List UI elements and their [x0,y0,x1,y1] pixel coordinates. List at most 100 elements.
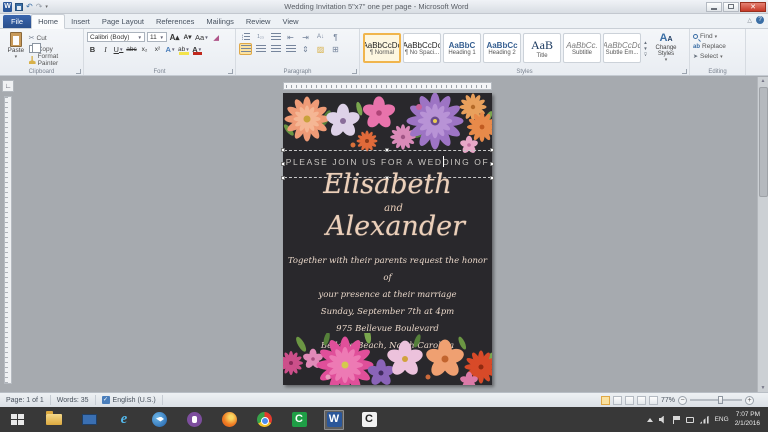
tray-expand-icon[interactable] [647,418,653,422]
vertical-ruler[interactable] [4,96,12,384]
zoom-out-button[interactable]: − [678,396,687,405]
tab-view[interactable]: View [276,15,304,28]
multilevel-list-button[interactable] [269,31,282,43]
font-family-select[interactable]: Calibri (Body) ▼ [87,32,145,42]
undo-icon[interactable]: ↶ [26,3,33,11]
style-heading2[interactable]: AaBbCc Heading 2 [483,33,521,63]
grow-font-button[interactable]: A▴ [169,32,180,43]
style-no-spacing[interactable]: AaBbCcDc ¶ No Spaci... [403,33,441,63]
taskbar-firefox[interactable] [219,410,239,430]
style-subtitle[interactable]: AaBbCc. Subtitle [563,33,601,63]
page-count[interactable]: Page: 1 of 1 [0,395,51,405]
action-center-flag-icon[interactable] [673,416,680,424]
taskbar-internet-explorer[interactable]: e [114,410,134,430]
select-button[interactable]: ➤ Select ▾ [693,52,742,61]
styles-scroll-up-icon[interactable]: ▲ [641,40,650,45]
subscript-button[interactable]: x₂ [139,44,150,55]
format-painter-button[interactable]: Format Painter [29,55,80,65]
bold-button[interactable]: B [87,44,98,55]
font-dialog-launcher-icon[interactable] [228,69,233,74]
clipboard-dialog-launcher-icon[interactable] [76,69,81,74]
taskbar-desktop[interactable] [79,410,99,430]
selection-handle[interactable] [385,148,389,152]
style-heading1[interactable]: AaBbC Heading 1 [443,33,481,63]
save-icon[interactable] [15,3,23,11]
horizontal-ruler[interactable] [283,82,492,90]
power-icon[interactable] [686,417,694,423]
style-normal[interactable]: AaBbCcDc ¶ Normal [363,33,401,63]
tab-references[interactable]: References [150,15,200,28]
bride-name[interactable]: Elisabeth [283,169,492,200]
word-app-icon[interactable]: W [3,2,12,12]
style-title[interactable]: AaB Title [523,33,561,63]
restore-button[interactable] [723,2,739,12]
minimize-button[interactable] [706,2,722,12]
start-button[interactable] [0,407,34,432]
close-button[interactable]: ✕ [740,2,766,12]
sort-button[interactable]: A↓ [314,31,327,43]
scroll-down-icon[interactable]: ▼ [758,384,768,392]
show-paragraph-marks-button[interactable]: ¶ [329,31,342,43]
italic-button[interactable]: I [100,44,111,55]
highlight-color-button[interactable]: ab▼ [178,44,190,55]
text-effects-button[interactable]: A▼ [165,44,176,55]
web-layout-view-button[interactable] [625,396,634,405]
align-center-button[interactable] [254,43,267,55]
tab-mailings[interactable]: Mailings [200,15,240,28]
tab-home[interactable]: Home [31,14,65,29]
scrollbar-thumb[interactable] [759,87,768,197]
strikethrough-button[interactable]: abc [126,44,137,55]
find-button[interactable]: Find ▾ [693,32,742,41]
tab-file[interactable]: File [3,15,31,28]
tab-stop-selector[interactable]: ∟ [2,80,14,92]
borders-button[interactable]: ⊞ [329,43,342,55]
align-right-button[interactable] [269,43,282,55]
styles-gallery-expand-icon[interactable]: ⊽ [641,52,650,58]
line-spacing-button[interactable]: ⇕ [299,43,312,55]
numbering-button[interactable]: 1₂₃ [254,31,267,43]
vertical-scrollbar[interactable]: ▲ ▼ [757,77,768,392]
network-signal-icon[interactable] [700,416,709,424]
zoom-slider[interactable] [690,399,742,401]
increase-indent-button[interactable]: ⇥ [299,31,312,43]
bullets-button[interactable]: ⁝ [239,31,252,43]
taskbar-file-explorer[interactable] [44,410,64,430]
zoom-level[interactable]: 77% [661,397,675,404]
redo-icon[interactable]: ↷ [36,3,43,11]
decrease-indent-button[interactable]: ⇤ [284,31,297,43]
scroll-up-icon[interactable]: ▲ [758,77,768,85]
font-size-select[interactable]: 11 ▼ [147,32,167,42]
minimize-ribbon-icon[interactable]: △ [747,17,752,24]
draft-view-button[interactable] [649,396,658,405]
selection-handle[interactable] [281,148,285,152]
cut-button[interactable]: ✂ Cut [29,33,80,43]
volume-icon[interactable] [659,416,667,424]
fullscreen-reading-view-button[interactable] [613,396,622,405]
outline-view-button[interactable] [637,396,646,405]
paste-dropdown-icon[interactable]: ▾ [15,54,18,60]
change-case-button[interactable]: Aa▼ [195,32,209,43]
justify-button[interactable] [284,43,297,55]
word-count[interactable]: Words: 35 [51,395,96,405]
shading-button[interactable]: ▨ [314,43,327,55]
taskbar-thunderbird[interactable] [149,410,169,430]
help-icon[interactable]: ? [756,16,764,24]
change-styles-button[interactable]: AA Change Styles ▾ [650,31,682,67]
styles-dialog-launcher-icon[interactable] [682,69,687,74]
styles-scroll-down-icon[interactable]: ▼ [641,46,650,51]
align-left-button[interactable] [239,43,252,55]
print-layout-view-button[interactable] [601,396,610,405]
taskbar-chrome[interactable] [254,410,274,430]
taskbar-camtasia-recorder[interactable]: C [359,410,379,430]
underline-button[interactable]: U▼ [113,44,124,55]
clock[interactable]: 7:07 PM 2/1/2016 [735,411,763,428]
style-subtle-emphasis[interactable]: AaBbCcDc Subtle Em... [603,33,641,63]
zoom-in-button[interactable]: + [745,396,754,405]
font-color-button[interactable]: A▼ [192,44,203,55]
taskbar-viber[interactable] [184,410,204,430]
language-indicator[interactable]: ENG [715,416,729,423]
superscript-button[interactable]: x² [152,44,163,55]
clear-formatting-button[interactable]: ◢ [211,32,222,43]
groom-name[interactable]: Alexander [291,211,500,242]
tab-insert[interactable]: Insert [65,15,96,28]
